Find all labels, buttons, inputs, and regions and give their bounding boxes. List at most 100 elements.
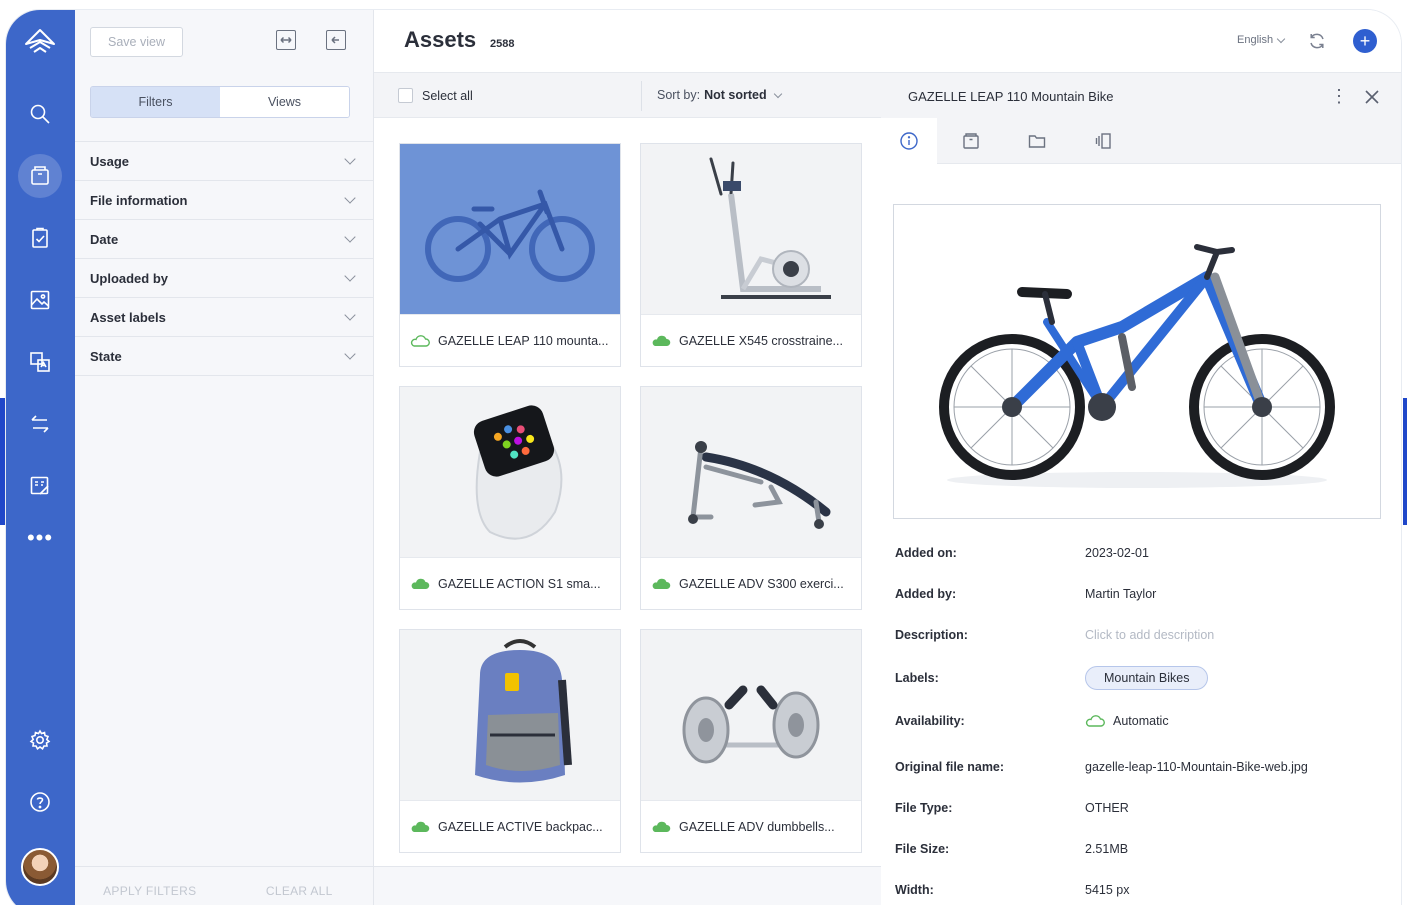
meta-key: Labels: xyxy=(895,670,939,685)
label-chip[interactable]: Mountain Bikes xyxy=(1085,665,1209,690)
asset-card[interactable]: GAZELLE LEAP 110 mounta... xyxy=(399,143,621,367)
tab-filters[interactable]: Filters xyxy=(91,87,220,117)
meta-row-added-by: Added by: Martin Taylor xyxy=(895,573,1395,614)
forms-icon[interactable] xyxy=(18,464,62,508)
meta-key: File Type: xyxy=(895,800,953,815)
tasks-icon[interactable] xyxy=(18,216,62,260)
meta-value: Automatic xyxy=(1113,713,1169,728)
help-icon[interactable] xyxy=(18,780,62,824)
tab-versions[interactable] xyxy=(1075,118,1131,164)
meta-key: Original file name: xyxy=(895,759,1005,774)
asset-preview xyxy=(893,204,1381,519)
sort-dropdown[interactable]: Sort by: Not sorted xyxy=(657,88,782,102)
meta-key: Width: xyxy=(895,882,934,897)
translate-icon[interactable] xyxy=(18,340,62,384)
detail-header: GAZELLE LEAP 110 Mountain Bike ⋮ xyxy=(881,72,1401,118)
facet-usage[interactable]: Usage xyxy=(75,142,374,181)
filter-panel: Save view Filters Views Usage File infor… xyxy=(75,10,374,905)
asset-caption: GAZELLE ACTION S1 sma... xyxy=(400,557,620,609)
meta-key: File Size: xyxy=(895,841,950,856)
asset-card[interactable]: GAZELLE X545 crosstraine... xyxy=(640,143,862,367)
asset-caption: GAZELLE ADV dumbbells... xyxy=(641,800,861,852)
assets-nav-icon[interactable] xyxy=(18,154,62,198)
divider xyxy=(641,81,642,111)
tab-info[interactable] xyxy=(881,118,937,164)
mountain-bike-preview-image xyxy=(939,243,1335,488)
chevron-down-icon xyxy=(344,231,356,243)
select-all-checkbox[interactable] xyxy=(398,88,413,103)
user-avatar[interactable] xyxy=(21,848,59,886)
transfer-icon[interactable] xyxy=(18,402,62,446)
close-icon[interactable] xyxy=(1364,89,1380,105)
folder-icon xyxy=(1028,135,1046,148)
meta-key: Added on: xyxy=(895,545,957,560)
grid-footer xyxy=(374,866,881,905)
chevron-down-icon xyxy=(344,153,356,165)
facet-date[interactable]: Date xyxy=(75,220,374,259)
save-view-button[interactable]: Save view xyxy=(90,27,183,57)
clear-all-button[interactable]: CLEAR ALL xyxy=(225,867,375,905)
more-options-icon[interactable]: ⋮ xyxy=(1330,87,1348,105)
meta-value: 2023-02-01 xyxy=(1085,545,1149,560)
meta-value: 2.51MB xyxy=(1085,841,1129,856)
asset-card[interactable]: GAZELLE ADV dumbbells... xyxy=(640,629,862,853)
settings-gear-icon[interactable] xyxy=(18,718,62,762)
main-area: Assets 2588 English + Select all Sort by… xyxy=(374,10,1401,905)
description-field[interactable]: Click to add description xyxy=(1085,628,1214,642)
asset-caption: GAZELLE ACTIVE backpac... xyxy=(400,800,620,852)
expand-width-icon[interactable] xyxy=(276,30,296,50)
asset-card[interactable]: GAZELLE ACTIVE backpac... xyxy=(399,629,621,853)
facet-label: Usage xyxy=(90,153,130,169)
refresh-icon[interactable] xyxy=(1307,31,1327,51)
more-icon[interactable]: ••• xyxy=(18,516,62,560)
facet-label: File information xyxy=(90,192,188,208)
language-selector[interactable]: English xyxy=(1237,34,1286,46)
select-all-label[interactable]: Select all xyxy=(422,89,473,103)
smartwatch-image xyxy=(473,405,563,540)
facet-file-information[interactable]: File information xyxy=(75,181,374,220)
detail-title: GAZELLE LEAP 110 Mountain Bike xyxy=(908,89,1114,104)
asset-card[interactable]: GAZELLE ADV S300 exerci... xyxy=(640,386,862,610)
apply-filters-button[interactable]: APPLY FILTERS xyxy=(75,867,225,905)
meta-row-added-on: Added on: 2023-02-01 xyxy=(895,532,1395,573)
asset-name: GAZELLE ADV dumbbells... xyxy=(679,819,835,834)
asset-card[interactable]: GAZELLE ACTION S1 sma... xyxy=(399,386,621,610)
tab-folder[interactable] xyxy=(1009,118,1065,164)
chevron-down-icon xyxy=(344,192,356,204)
meta-key: Description: xyxy=(895,627,968,642)
asset-name: GAZELLE ADV S300 exerci... xyxy=(679,576,844,591)
asset-thumbnail-mountain-bike xyxy=(400,144,620,314)
search-icon[interactable] xyxy=(18,92,62,136)
detail-tabs xyxy=(881,118,1401,164)
images-icon[interactable] xyxy=(18,278,62,322)
collapse-panel-icon[interactable] xyxy=(326,30,346,50)
tab-views[interactable]: Views xyxy=(220,87,349,117)
facet-uploaded-by[interactable]: Uploaded by xyxy=(75,259,374,298)
meta-row-file-type: File Type: OTHER xyxy=(895,787,1395,828)
asset-name: GAZELLE ACTIVE backpac... xyxy=(438,819,603,834)
meta-row-original-file-name: Original file name: gazelle-leap-110-Mou… xyxy=(895,746,1395,787)
cloud-filled-icon xyxy=(411,821,430,832)
facet-label: Uploaded by xyxy=(90,270,169,286)
meta-row-labels: Labels: Mountain Bikes xyxy=(895,657,1395,698)
meta-row-description: Description: Click to add description xyxy=(895,614,1395,655)
app-logo[interactable] xyxy=(18,20,62,64)
facet-asset-labels[interactable]: Asset labels xyxy=(75,298,374,337)
cloud-outline-icon xyxy=(1085,714,1105,727)
archive-icon xyxy=(963,133,979,149)
meta-row-width: Width: 5415 px xyxy=(895,869,1395,905)
facet-state[interactable]: State xyxy=(75,337,374,376)
facet-label: Date xyxy=(90,231,119,247)
asset-thumbnail-crosstrainer xyxy=(641,144,861,314)
asset-name: GAZELLE LEAP 110 mounta... xyxy=(438,333,609,348)
meta-value: OTHER xyxy=(1085,800,1129,815)
tab-archive[interactable] xyxy=(943,118,999,164)
chevron-down-icon xyxy=(344,348,356,360)
dumbbells-image xyxy=(682,685,820,764)
asset-thumbnail-backpack xyxy=(400,630,620,800)
versions-icon xyxy=(1095,133,1111,149)
asset-name: GAZELLE X545 crosstraine... xyxy=(679,333,843,348)
add-asset-button[interactable]: + xyxy=(1353,29,1377,53)
nav-rail: ••• xyxy=(6,10,75,905)
chevron-down-icon xyxy=(344,309,356,321)
